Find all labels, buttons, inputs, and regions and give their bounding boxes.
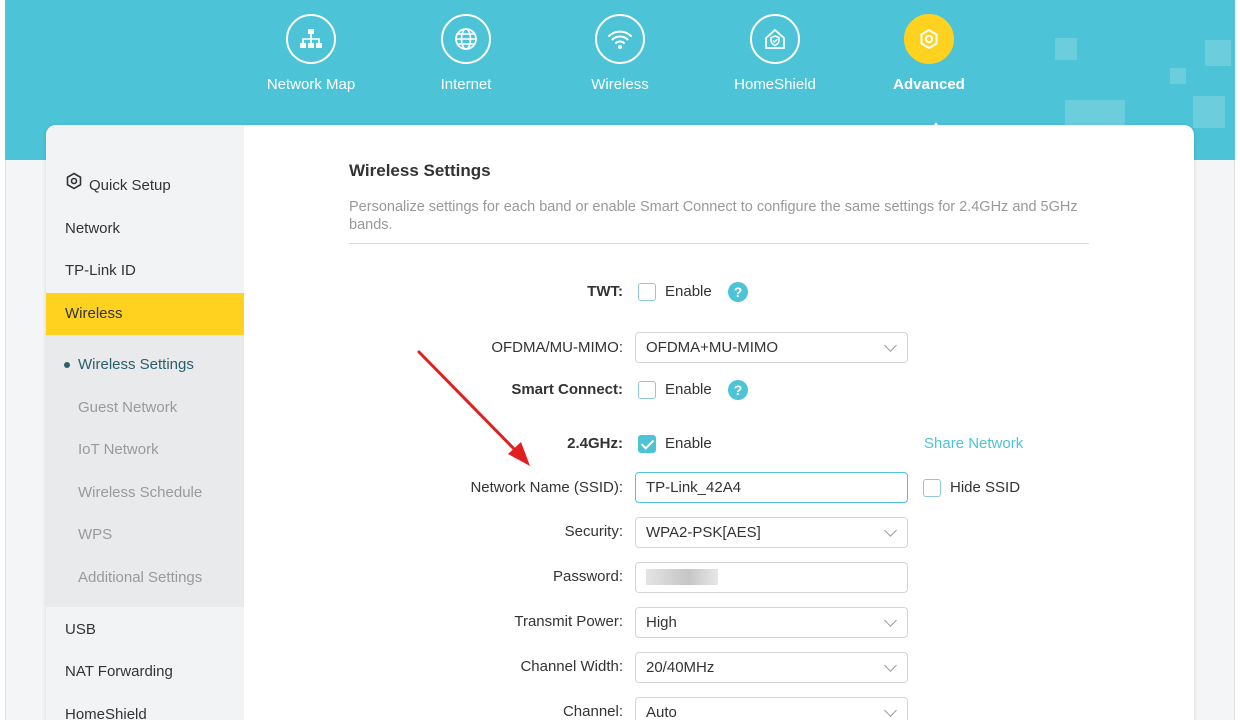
ssid-label: Network Name (SSID): [470, 479, 623, 496]
security-select[interactable]: WPA2-PSK[AES] [635, 517, 908, 548]
nav-wireless[interactable]: Wireless [555, 14, 685, 93]
chevron-down-icon [884, 659, 897, 672]
sidebar-item-label: USB [65, 621, 96, 638]
sidebar: Quick Setup Network TP-Link ID Wireless … [46, 125, 244, 720]
submenu-item-label: IoT Network [78, 441, 159, 458]
submenu-item-additional-settings[interactable]: Additional Settings [46, 557, 244, 599]
sidebar-item-wireless[interactable]: Wireless [46, 293, 244, 335]
nav-network-map[interactable]: Network Map [246, 14, 376, 93]
sidebar-item-label: Wireless [65, 305, 123, 322]
globe-icon [441, 14, 491, 64]
submenu-item-label: Wireless Schedule [78, 484, 203, 501]
select-value: 20/40MHz [646, 659, 715, 676]
share-network-link[interactable]: Share Network [924, 435, 1023, 452]
sidebar-item-label: TP-Link ID [65, 262, 136, 279]
wireless-submenu: Wireless Settings Guest Network IoT Netw… [46, 335, 244, 607]
select-value: Auto [646, 704, 677, 720]
nav-internet[interactable]: Internet [401, 14, 531, 93]
channel-width-select[interactable]: 20/40MHz [635, 652, 908, 683]
submenu-item-label: Guest Network [78, 399, 178, 416]
nav-homeshield[interactable]: HomeShield [710, 14, 840, 93]
transmit-power-select[interactable]: High [635, 607, 908, 638]
nav-label: Wireless [591, 76, 649, 93]
sidebar-item-label: Quick Setup [89, 177, 171, 194]
ssid-value: TP-Link_42A4 [646, 479, 742, 496]
wifi-icon [595, 14, 645, 64]
gear-icon [65, 165, 83, 207]
active-dot [64, 362, 70, 369]
sidebar-item-homeshield[interactable]: HomeShield [46, 694, 244, 720]
channel-width-label: Channel Width: [520, 658, 623, 675]
submenu-item-label: Wireless Settings [78, 356, 194, 373]
password-masked-value [646, 569, 718, 585]
ofdma-select[interactable]: OFDMA+MU-MIMO [635, 332, 908, 363]
chevron-down-icon [884, 339, 897, 352]
twt-enable-label: Enable [665, 283, 712, 300]
submenu-item-wps[interactable]: WPS [46, 514, 244, 556]
sidebar-item-network[interactable]: Network [46, 208, 244, 250]
channel-label: Channel: [562, 703, 623, 720]
nav-advanced[interactable]: Advanced [864, 14, 994, 93]
smart-connect-enable-label: Enable [665, 381, 712, 398]
twt-help-icon[interactable]: ? [728, 282, 748, 302]
submenu-item-label: Additional Settings [78, 569, 203, 586]
submenu-item-label: WPS [78, 526, 113, 543]
hide-ssid-checkbox[interactable] [923, 479, 941, 497]
twt-checkbox[interactable] [638, 283, 656, 301]
sidebar-item-quick-setup[interactable]: Quick Setup [46, 165, 244, 207]
select-value: High [646, 614, 677, 631]
submenu-item-guest-network[interactable]: Guest Network [46, 387, 244, 429]
nav-label: Network Map [266, 76, 356, 93]
advanced-gear-icon [904, 14, 954, 64]
nav-label: Internet [440, 76, 492, 93]
submenu-item-wireless-settings[interactable]: Wireless Settings [46, 344, 244, 386]
submenu-item-wireless-schedule[interactable]: Wireless Schedule [46, 472, 244, 514]
hide-ssid-label: Hide SSID [950, 479, 1021, 496]
password-label: Password: [552, 568, 623, 585]
network-map-icon [286, 14, 336, 64]
nav-label: Advanced [893, 76, 965, 93]
sidebar-item-label: HomeShield [65, 706, 147, 720]
settings-card: Quick Setup Network TP-Link ID Wireless … [46, 125, 1194, 720]
nav-label: HomeShield [734, 76, 816, 93]
security-label: Security: [564, 523, 623, 540]
main-nav: Network Map Internet Wireless HomeShield… [5, 14, 1235, 140]
main-content: Wireless Settings Personalize settings f… [244, 125, 1194, 720]
home-shield-icon [750, 14, 800, 64]
chevron-down-icon [884, 704, 897, 717]
sidebar-item-usb[interactable]: USB [46, 609, 244, 651]
ssid-input[interactable]: TP-Link_42A4 [635, 472, 908, 503]
page-title: Wireless Settings [349, 161, 491, 180]
sidebar-item-nat-forwarding[interactable]: NAT Forwarding [46, 651, 244, 693]
smart-connect-label: Smart Connect: [511, 381, 623, 398]
chevron-down-icon [884, 614, 897, 627]
smart-connect-checkbox[interactable] [638, 381, 656, 399]
sidebar-item-label: NAT Forwarding [65, 663, 173, 680]
select-value: WPA2-PSK[AES] [646, 524, 761, 541]
smart-connect-help-icon[interactable]: ? [728, 380, 748, 400]
band-24ghz-checkbox[interactable] [638, 435, 656, 453]
transmit-power-label: Transmit Power: [514, 613, 623, 630]
select-value: OFDMA+MU-MIMO [646, 339, 779, 356]
password-input[interactable] [635, 562, 908, 593]
sidebar-item-tp-link-id[interactable]: TP-Link ID [46, 250, 244, 292]
band-24ghz-label: 2.4GHz: [567, 435, 623, 452]
submenu-item-iot-network[interactable]: IoT Network [46, 429, 244, 471]
twt-label: TWT: [587, 283, 623, 300]
band-24ghz-enable-label: Enable [665, 435, 712, 452]
page-description: Personalize settings for each band or en… [349, 199, 1078, 233]
chevron-down-icon [884, 524, 897, 537]
divider [349, 243, 1089, 244]
ofdma-label: OFDMA/MU-MIMO: [491, 339, 623, 356]
sidebar-item-label: Network [65, 220, 121, 237]
channel-select[interactable]: Auto [635, 697, 908, 720]
